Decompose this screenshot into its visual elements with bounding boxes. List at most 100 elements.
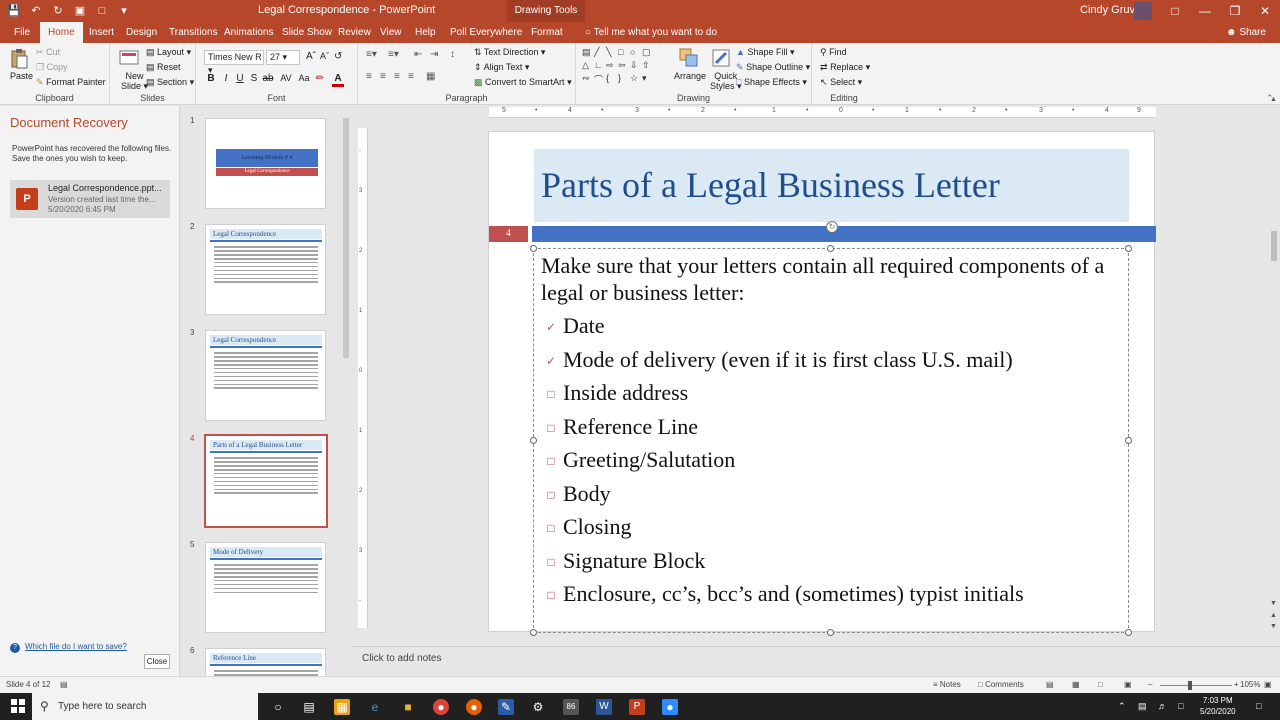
reset-button[interactable]: ▤ Reset [146,62,181,73]
normal-view-icon[interactable]: ▤ [1046,680,1054,689]
slideshow-view-icon[interactable]: ▣ [1124,680,1132,689]
tab-home[interactable]: Home [40,22,83,43]
cortana-icon[interactable]: ○ [270,699,286,715]
zoom-out-icon[interactable]: – [1148,680,1152,689]
bullet-text[interactable]: Body [563,481,611,506]
scroll-down-icon[interactable]: ▼ [1270,600,1277,607]
accessibility-icon[interactable]: ▤ [60,680,68,689]
format-painter-button[interactable]: ✎ Format Painter [36,77,106,88]
windows-start-icon[interactable] [10,698,26,714]
bullet-item[interactable]: □ Signature Block [539,544,1129,578]
decrease-indent-icon[interactable]: ⇤ [414,49,422,60]
next-slide-icon[interactable]: ▼ [1270,623,1277,630]
shape-fill-button[interactable]: ▲ Shape Fill ▾ [736,47,795,58]
select-button[interactable]: ↖ Select ▾ [820,77,862,88]
paste-button[interactable]: Paste [10,71,33,81]
increase-font-icon[interactable]: Aˆ [306,51,316,62]
which-file-help-link[interactable]: ? Which file do I want to save? [10,642,127,653]
tab-format[interactable]: Format [529,22,565,43]
volume-icon[interactable]: ♬ [1158,701,1167,711]
task-view-icon[interactable]: ▤ [301,699,317,715]
underline-icon[interactable]: U [234,73,246,84]
resize-handle[interactable] [530,629,537,636]
undo-icon[interactable]: ↶ [28,3,44,19]
text-shadow-icon[interactable]: S [248,73,260,84]
start-from-beginning-icon[interactable]: ▣ [72,3,88,19]
align-text-button[interactable]: ⇕ Align Text ▾ [474,62,529,73]
strikethrough-icon[interactable]: ab [262,73,274,84]
save-icon[interactable]: 💾 [6,3,22,19]
resize-handle[interactable] [530,245,537,252]
tab-transitions[interactable]: Transitions [167,22,220,43]
bullet-text[interactable]: Signature Block [563,548,705,573]
slide-thumbnail-4[interactable]: Parts of a Legal Business Letter [204,434,328,528]
change-case-icon[interactable]: Aa [298,73,310,83]
bullet-item[interactable]: □ Greeting/Salutation [539,443,1129,477]
comments-toggle[interactable]: □ Comments [978,680,1024,689]
justify-icon[interactable]: ≡ [408,71,414,82]
copy-button[interactable]: ❐ Copy [36,62,68,73]
slide-thumbnail-2[interactable]: Legal Correspondence [205,224,326,315]
network-icon[interactable]: ▤ [1138,701,1147,712]
slide-canvas[interactable]: Parts of a Legal Business Letter 4 ↻ Mak… [488,131,1156,636]
text-direction-button[interactable]: ⇅ Text Direction ▾ [474,47,545,58]
firefox-icon[interactable]: ● [466,699,482,715]
tab-insert[interactable]: Insert [87,22,116,43]
share-button[interactable]: ☻ Share [1226,22,1266,43]
avatar[interactable] [1134,2,1152,20]
bullets-icon[interactable]: ≡▾ [366,49,377,60]
zoom-in-icon[interactable]: + [1234,680,1239,689]
bullet-text[interactable]: Greeting/Salutation [563,447,735,472]
notes-placeholder[interactable]: Click to add notes [362,653,442,664]
bullet-text[interactable]: Date [563,313,605,338]
arrange-button[interactable]: Arrange [674,71,706,81]
shape-outline-button[interactable]: ✎ Shape Outline ▾ [736,62,810,73]
store-icon[interactable]: ▦ [334,699,350,715]
slide-bullet-list[interactable]: ✓ Date ✓ Mode of delivery (even if it is fi… [539,309,1129,611]
arrange-icon[interactable] [678,47,700,69]
clear-formatting-icon[interactable]: ↺ [334,51,342,62]
slide-thumbnail-5[interactable]: Mode of Delivery [205,542,326,633]
app-badge-icon[interactable]: 86 [563,699,579,715]
app-icon[interactable]: ⚙ [530,699,546,715]
section-button[interactable]: ▤ Section ▾ [146,77,194,88]
reading-view-icon[interactable]: □ [1098,680,1103,689]
slide-sorter-icon[interactable]: ▦ [1072,680,1080,689]
increase-indent-icon[interactable]: ⇥ [430,49,438,60]
slide-intro-text[interactable]: Make sure that your letters contain all … [541,252,1121,306]
powerpoint-icon[interactable]: P [629,699,645,715]
slide-thumbnail-6[interactable]: Reference Line [205,648,326,676]
slide-thumbnail-3[interactable]: Legal Correspondence [205,330,326,421]
restore-icon[interactable]: ❐ [1220,0,1250,22]
font-color-icon[interactable]: A [332,73,344,87]
word-icon[interactable]: W [596,699,612,715]
bullet-item[interactable]: □ Body [539,477,1129,511]
numbering-icon[interactable]: ≡▾ [388,49,399,60]
tab-file[interactable]: File [12,22,32,43]
resize-handle[interactable] [827,629,834,636]
file-explorer-icon[interactable]: ■ [400,699,416,715]
bullet-text[interactable]: Mode of delivery (even if it is first cl… [563,347,1013,372]
editor-scroll-thumb[interactable] [1271,231,1277,261]
scroll-up-icon[interactable]: ▲ [1270,96,1277,103]
cut-button[interactable]: ✂ Cut [36,47,60,58]
resize-handle[interactable] [1125,629,1132,636]
bullet-text[interactable]: Enclosure, cc’s, bcc’s and (sometimes) t… [563,581,1024,606]
tray-chevron-icon[interactable]: ⌃ [1118,701,1126,712]
tab-review[interactable]: Review [336,22,373,43]
tab-design[interactable]: Design [124,22,159,43]
highlight-icon[interactable]: ✏ [314,73,326,84]
bullet-text[interactable]: Closing [563,514,631,539]
bullet-item[interactable]: □ Enclosure, cc’s, bcc’s and (sometimes) … [539,577,1129,611]
convert-smartart-button[interactable]: ▩ Convert to SmartArt ▾ [474,77,572,88]
chrome-icon[interactable]: ● [433,699,449,715]
new-slide-icon[interactable] [118,47,140,69]
redo-icon[interactable]: ↻ [50,3,66,19]
customize-qat-icon[interactable]: ▾ [116,3,132,19]
align-left-icon[interactable]: ≡ [366,71,372,82]
resize-handle[interactable] [827,245,834,252]
bullet-item[interactable]: ✓ Date [539,309,1129,343]
slide-title[interactable]: Parts of a Legal Business Letter [541,164,1000,206]
close-icon[interactable]: ✕ [1250,0,1280,22]
notes-toggle[interactable]: ≡ Notes [933,680,961,689]
